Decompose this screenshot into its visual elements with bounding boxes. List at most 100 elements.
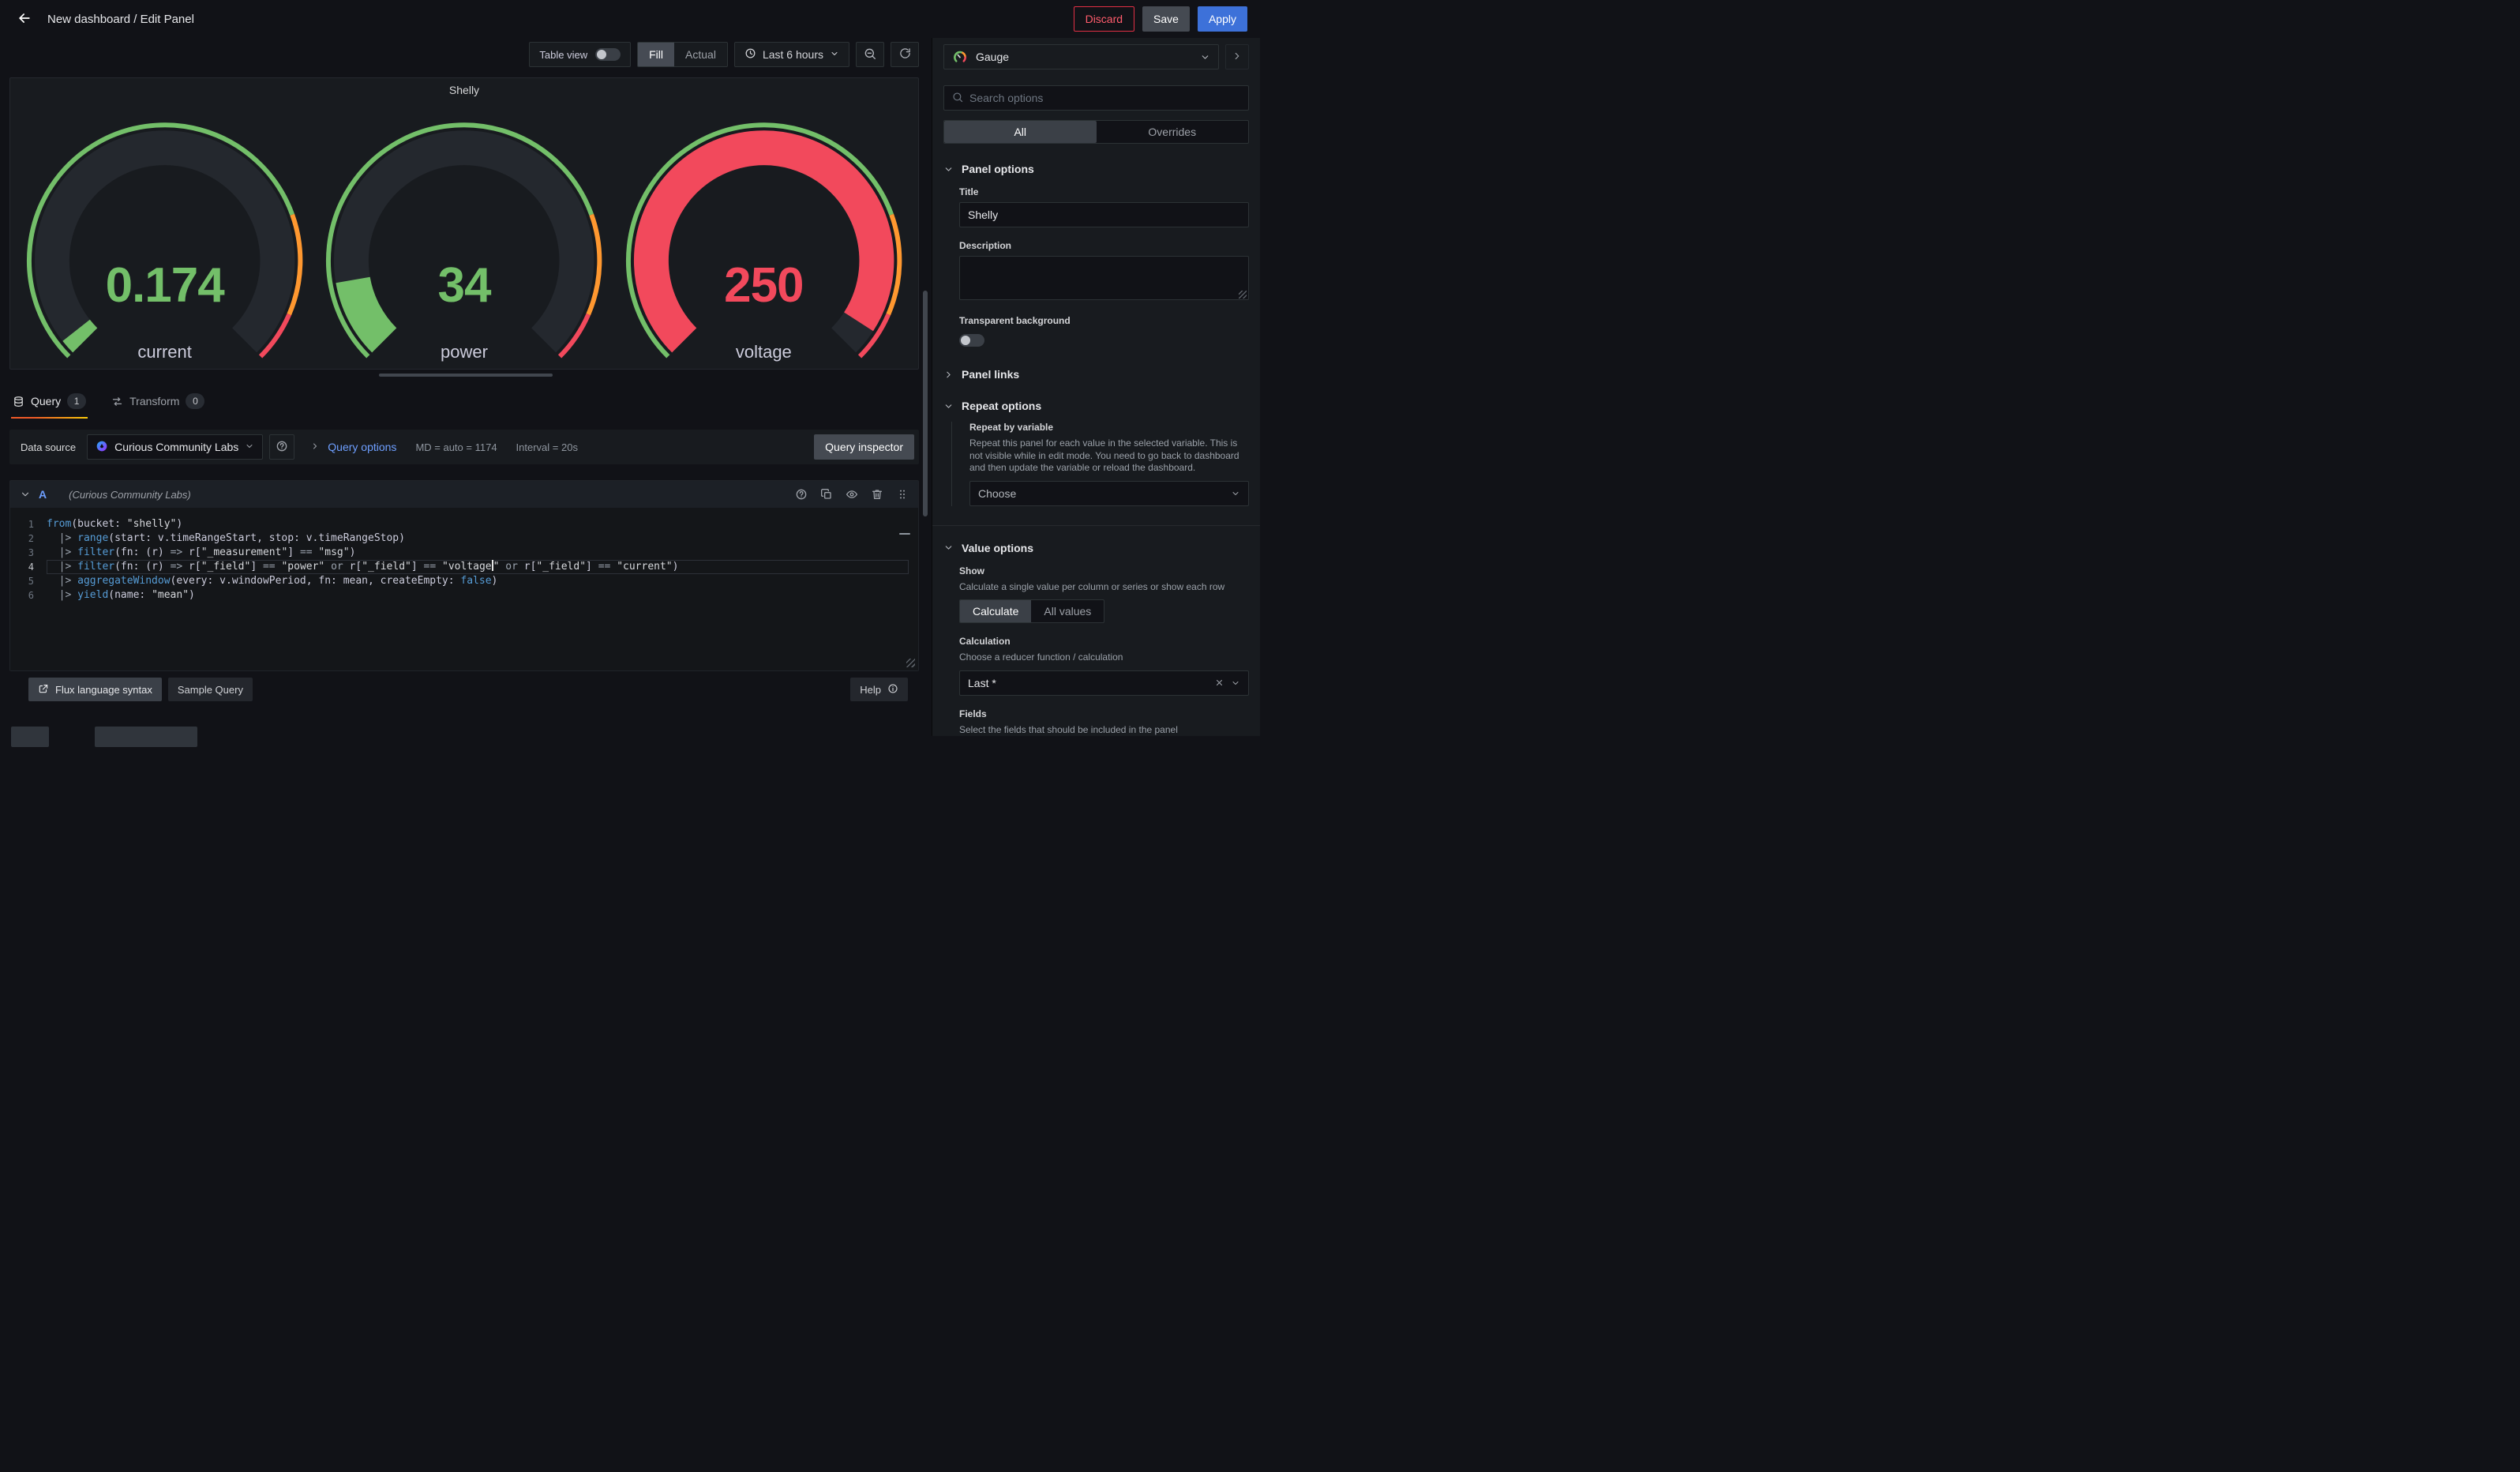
show-help: Calculate a single value per column or s… (959, 581, 1232, 594)
time-range-picker[interactable]: Last 6 hours (734, 42, 849, 67)
transparent-background-field: Transparent background (959, 315, 1249, 349)
zoom-out-button[interactable] (856, 42, 884, 67)
display-mode-group: Fill Actual (637, 42, 728, 67)
panel-title: Shelly (10, 78, 918, 100)
value-options-header[interactable]: Value options (943, 542, 1249, 554)
value-options-section: Value options Show Calculate a single va… (943, 542, 1249, 736)
flux-syntax-button[interactable]: Flux language syntax (28, 678, 162, 701)
zoom-out-icon (864, 47, 876, 62)
calculate-option[interactable]: Calculate (960, 600, 1031, 622)
repeat-variable-select[interactable]: Choose (969, 481, 1249, 506)
flux-code-editor[interactable]: 1from(bucket: "shelly")2 |> range(start:… (10, 508, 918, 670)
calculation-select[interactable]: Last * (959, 670, 1249, 696)
fields-label: Fields (959, 708, 1249, 719)
title-label: Title (959, 186, 1249, 197)
chevron-down-icon (943, 543, 954, 553)
code-lines: 1from(bucket: "shelly")2 |> range(start:… (10, 517, 918, 603)
clear-icon[interactable] (1214, 678, 1224, 688)
partial-button-left[interactable] (11, 727, 49, 747)
query-datasource-hint: (Curious Community Labs) (69, 489, 191, 501)
editor-resize-corner[interactable] (906, 659, 915, 667)
help-button[interactable]: Help (850, 678, 908, 701)
options-filter-all[interactable]: All (944, 121, 1097, 143)
textarea-resize-corner[interactable] (1239, 291, 1247, 299)
scrollbar-thumb[interactable] (923, 291, 928, 516)
drag-handle-icon[interactable] (896, 488, 909, 501)
calc-mode-group: Calculate All values (959, 599, 1104, 623)
description-field: Description (959, 240, 1249, 302)
show-field: Show Calculate a single value per column… (959, 565, 1249, 624)
query-count-badge: 1 (67, 393, 86, 409)
arrow-left-icon (17, 10, 32, 28)
duplicate-query-icon[interactable] (820, 488, 833, 501)
gauge-title: voltage (614, 342, 913, 362)
repeat-options-heading: Repeat options (962, 400, 1041, 412)
query-actions (795, 488, 909, 501)
all-values-option[interactable]: All values (1031, 600, 1104, 622)
back-button[interactable] (13, 7, 36, 31)
editor-tabbar: Query 1 Transform 0 (0, 377, 932, 419)
editor-scroll-indicator (899, 533, 910, 535)
code-line-1[interactable]: 1from(bucket: "shelly") (10, 517, 918, 531)
value-options-heading: Value options (962, 542, 1033, 554)
main-column: Table view Fill Actual Last 6 hours Shel… (0, 38, 932, 736)
options-sidebar: Gauge All Overrides Panel options Title … (932, 38, 1260, 736)
sample-query-button[interactable]: Sample Query (168, 678, 253, 701)
panel-options-heading: Panel options (962, 163, 1034, 175)
save-button[interactable]: Save (1142, 6, 1190, 32)
query-options-toggle[interactable]: Query options (310, 441, 396, 453)
search-icon (952, 92, 963, 105)
fill-option[interactable]: Fill (638, 43, 674, 66)
line-number: 2 (10, 531, 47, 546)
visualization-name: Gauge (976, 51, 1192, 63)
repeat-options-header[interactable]: Repeat options (943, 400, 1249, 412)
apply-button[interactable]: Apply (1198, 6, 1247, 32)
repeat-variable-value: Choose (978, 487, 1224, 500)
help-label: Help (860, 684, 881, 696)
datasource-picker[interactable]: Curious Community Labs (87, 434, 263, 460)
code-line-5[interactable]: 5 |> aggregateWindow(every: v.windowPeri… (10, 574, 918, 588)
partial-button-right[interactable] (95, 727, 197, 747)
toggle-visibility-icon[interactable] (846, 488, 858, 501)
gauge-power: 34power (314, 115, 613, 367)
actual-option[interactable]: Actual (674, 43, 727, 66)
repeat-options-section: Repeat options Repeat by variable Repeat… (943, 400, 1249, 506)
show-label: Show (959, 565, 1249, 576)
code-line-2[interactable]: 2 |> range(start: v.timeRangeStart, stop… (10, 531, 918, 546)
page-title: New dashboard / Edit Panel (47, 13, 194, 26)
visualization-picker[interactable]: Gauge (943, 44, 1219, 69)
panel-options-header[interactable]: Panel options (943, 163, 1249, 175)
options-filter-overrides[interactable]: Overrides (1097, 121, 1249, 143)
delete-query-icon[interactable] (871, 488, 883, 501)
title-field: Title (959, 186, 1249, 227)
title-input[interactable] (959, 202, 1249, 227)
search-options-input[interactable] (969, 92, 1240, 104)
transparent-background-toggle[interactable] (959, 334, 984, 347)
calculation-value: Last * (968, 677, 1208, 689)
tab-query[interactable]: Query 1 (11, 388, 88, 419)
query-inspector-button[interactable]: Query inspector (814, 434, 914, 460)
panel-toolbar: Table view Fill Actual Last 6 hours (0, 38, 932, 71)
tab-transform[interactable]: Transform 0 (110, 388, 206, 419)
gauge-title: current (15, 342, 314, 362)
chevron-right-icon (1232, 51, 1243, 64)
fields-field: Fields Select the fields that should be … (959, 708, 1249, 736)
search-options-box (943, 85, 1249, 111)
code-line-6[interactable]: 6 |> yield(name: "mean") (10, 588, 918, 603)
table-view-group: Table view (529, 42, 631, 67)
code-line-4[interactable]: 4 |> filter(fn: (r) => r["_field"] == "p… (10, 560, 918, 574)
chevron-right-icon (943, 370, 954, 380)
description-input[interactable] (959, 256, 1249, 300)
calculation-field: Calculation Choose a reducer function / … (959, 636, 1249, 696)
chevron-down-icon (1231, 489, 1240, 498)
query-collapse-icon[interactable] (20, 489, 31, 500)
table-view-toggle[interactable] (595, 48, 621, 61)
panel-links-header[interactable]: Panel links (943, 368, 1249, 381)
discard-button[interactable]: Discard (1074, 6, 1134, 32)
datasource-help-button[interactable] (269, 434, 294, 460)
code-line-3[interactable]: 3 |> filter(fn: (r) => r["_measurement"]… (10, 546, 918, 560)
fields-help: Select the fields that should be include… (959, 724, 1232, 736)
options-pane-collapse-button[interactable] (1225, 44, 1249, 69)
refresh-button[interactable] (891, 42, 919, 67)
query-help-icon[interactable] (795, 488, 808, 501)
